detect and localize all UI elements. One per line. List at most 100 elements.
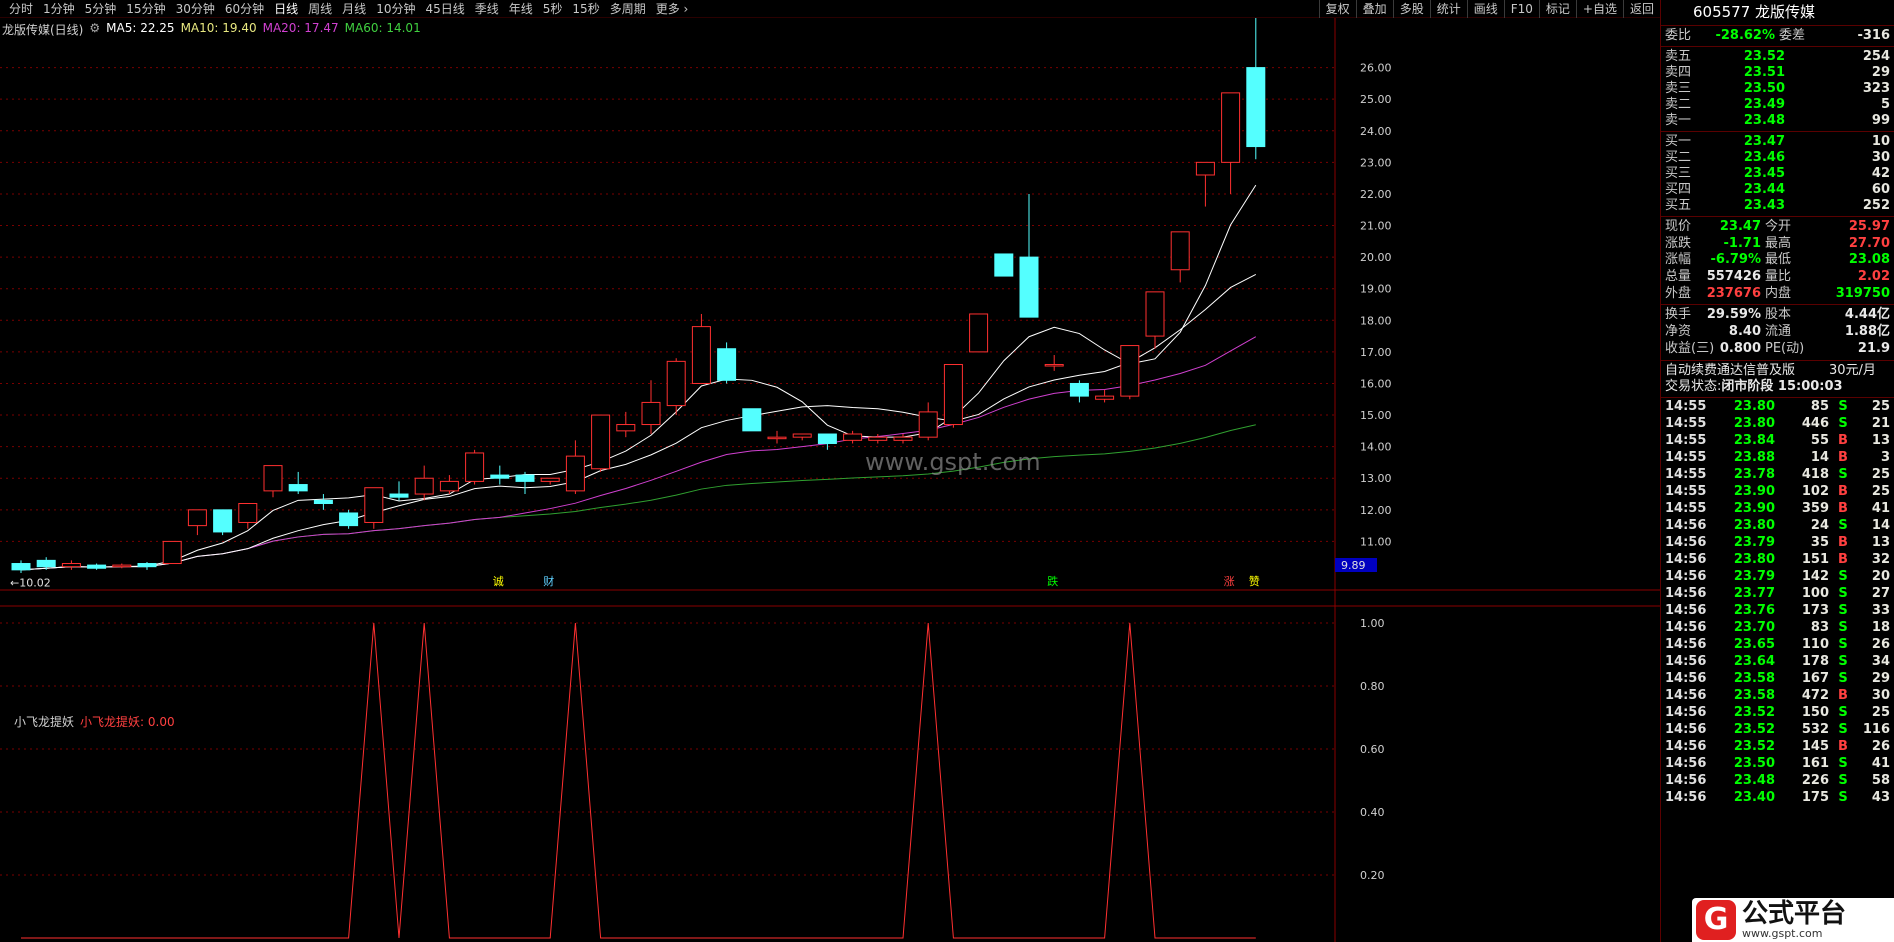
ask-row: 卖一 23.48 99 [1661,113,1894,129]
tick-time: 14:55 [1665,500,1707,516]
candle-body-up [263,465,283,492]
fund-stat-value: 8.40 [1728,324,1761,340]
ad-text[interactable]: 自动续费通达信普及版 [1661,363,1829,379]
tick-volume: 35 [1810,534,1829,550]
period-tab-15[interactable]: 多周期 [605,1,651,17]
tick-volume: 100 [1801,585,1829,601]
candle-body-up [641,401,661,426]
fund-stat-row: 换手 29.59% 股本 4.44亿 [1661,307,1894,324]
bid-volume: 60 [1871,182,1890,197]
price-stat-label: 总量 [1665,269,1692,285]
tick-volume: 142 [1801,568,1829,584]
ask-label: 卖三 [1665,81,1692,96]
price-axis-label: 19.00 [1360,283,1392,296]
price-stat-label: 最高 [1765,235,1792,251]
tick-time: 14:56 [1665,755,1707,771]
tick-row: 14:56 23.58 472 B 30 [1661,687,1894,704]
tick-count: 33 [1871,602,1890,618]
candle-body-down [1019,256,1039,318]
bid-volume: 30 [1871,150,1890,165]
weicha-label: 委差 [1779,28,1806,43]
signal-marker: 财 [543,574,554,588]
tool-button-3[interactable]: 统计 [1429,0,1467,18]
price-axis-label: 12.00 [1360,504,1392,517]
candle-body-up [565,455,585,492]
tick-price: 23.52 [1733,738,1775,754]
period-tab-14[interactable]: 15秒 [567,1,604,17]
period-tab-0[interactable]: 分时 [4,1,38,17]
tool-button-5[interactable]: F10 [1503,0,1539,18]
candle-body-up [1170,231,1190,271]
tool-button-1[interactable]: 叠加 [1355,0,1393,18]
tick-price: 23.50 [1733,755,1775,771]
tick-direction: S [1838,415,1848,431]
period-tab-12[interactable]: 年线 [504,1,538,17]
tool-button-6[interactable]: 标记 [1538,0,1576,18]
tick-time: 14:56 [1665,517,1707,533]
tick-count: 41 [1871,500,1890,516]
price-axis-label: 15.00 [1360,409,1392,422]
tick-price: 23.52 [1733,704,1775,720]
tick-direction: B [1838,432,1848,448]
tick-time: 14:56 [1665,687,1707,703]
period-tab-8[interactable]: 月线 [337,1,371,17]
candle-body-up [691,326,711,384]
period-tab-16[interactable]: 更多 › [651,1,694,17]
fund-stat-value: 29.59% [1706,307,1761,323]
period-tab-6[interactable]: 日线 [269,1,303,17]
tick-volume: 145 [1801,738,1829,754]
tool-button-8[interactable]: 返回 [1622,0,1660,18]
bid-price: 23.47 [1743,134,1785,149]
tick-list[interactable]: 14:55 23.80 85 S 25 14:55 23.80 446 S 21 14:55 23.8… [1661,398,1894,806]
tick-row: 14:56 23.58 167 S 29 [1661,670,1894,687]
price-stats: 现价 23.47 今开 25.97 涨跌 -1.71 最高 27.70 涨幅 -6.79% 最低 23… [1661,217,1894,306]
gspt-logo: G 公式平台 www.gspt.com [1692,898,1894,942]
tool-button-2[interactable]: 多股 [1392,0,1430,18]
candle-body-up [616,424,636,432]
tick-volume: 359 [1801,500,1829,516]
period-tab-3[interactable]: 15分钟 [121,1,170,17]
price-stat-value: -1.71 [1723,235,1761,251]
period-tab-4[interactable]: 30分钟 [171,1,220,17]
period-tab-5[interactable]: 60分钟 [220,1,269,17]
g-logo-icon: G [1696,900,1736,940]
tick-price: 23.80 [1733,415,1775,431]
tick-count: 58 [1871,772,1890,788]
tick-direction: S [1838,789,1848,805]
period-tab-2[interactable]: 5分钟 [80,1,122,17]
tick-volume: 150 [1801,704,1829,720]
tick-count: 26 [1871,636,1890,652]
period-tab-7[interactable]: 周线 [303,1,337,17]
settings-icon[interactable]: ⚙ [89,21,100,38]
period-tab-13[interactable]: 5秒 [538,1,568,17]
tick-time: 14:56 [1665,721,1707,737]
tool-button-4[interactable]: 画线 [1466,0,1504,18]
price-stat-label: 外盘 [1665,285,1692,301]
tick-row: 14:56 23.64 178 S 34 [1661,653,1894,670]
tool-button-0[interactable]: 复权 [1318,0,1356,18]
period-tab-11[interactable]: 季线 [470,1,504,17]
chart-canvas[interactable]: 26.00 25.00 24.00 23.00 22.00 21.00 20.00 19.00… [0,18,1660,942]
tick-direction: B [1838,551,1848,567]
tick-count: 14 [1871,517,1890,533]
tool-button-7[interactable]: +自选 [1575,0,1623,18]
price-stat-value: 27.70 [1848,235,1890,251]
ad-price[interactable]: 30元/月 [1829,363,1876,379]
period-tab-1[interactable]: 1分钟 [38,1,80,17]
ask-row: 卖四 23.51 29 [1661,65,1894,81]
tick-row: 14:55 23.84 55 B 13 [1661,432,1894,449]
signal-marker: 涨 [1224,575,1235,588]
tick-row: 14:56 23.79 35 B 13 [1661,534,1894,551]
tick-direction: S [1838,772,1848,788]
ask-row: 卖三 23.50 323 [1661,81,1894,97]
fund-stat-row: 收益(三) 0.800 PE(动) 21.9 [1661,341,1894,358]
kline-chart-area[interactable]: 26.00 25.00 24.00 23.00 22.00 21.00 20.00 19.00… [0,18,1660,942]
tick-direction: B [1838,687,1848,703]
tick-row: 14:56 23.70 83 S 18 [1661,619,1894,636]
tick-volume: 175 [1801,789,1829,805]
period-tab-9[interactable]: 10分钟 [371,1,420,17]
fund-stat-label: 换手 [1665,307,1692,323]
candle-body-down [1246,67,1266,148]
tick-time: 14:56 [1665,670,1707,686]
period-tab-10[interactable]: 45日线 [420,1,469,17]
